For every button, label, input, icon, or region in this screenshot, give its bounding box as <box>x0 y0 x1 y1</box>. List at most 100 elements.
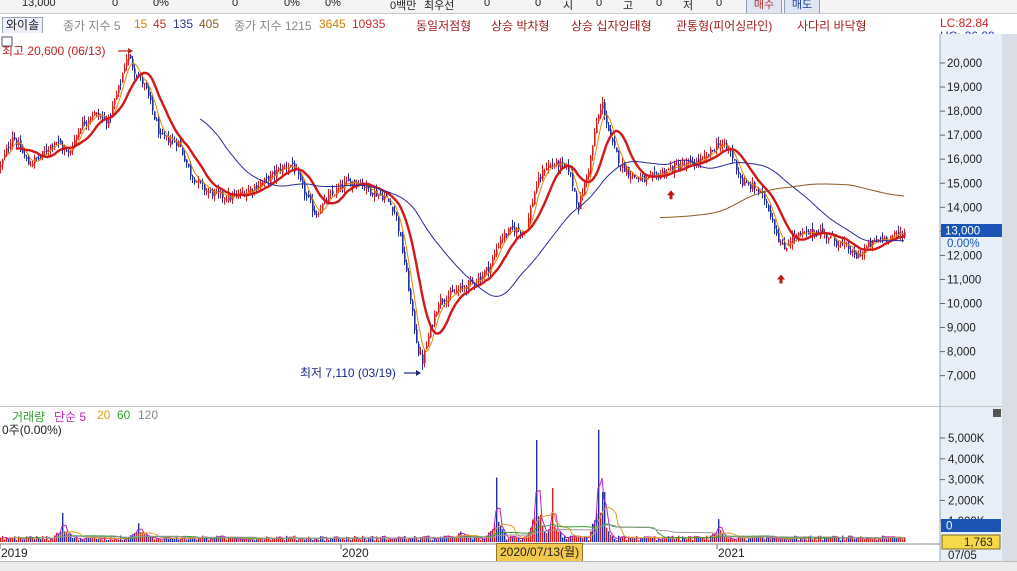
candle-body <box>598 115 600 121</box>
volume-bar <box>234 538 236 542</box>
volume-bar <box>144 534 146 542</box>
legend-item[interactable]: 45 <box>153 17 166 31</box>
buy-button[interactable]: 매수 <box>746 0 782 13</box>
volume-bar <box>284 540 286 542</box>
volume-bar <box>92 538 94 542</box>
candle-body <box>652 173 654 176</box>
volume-bar <box>362 535 364 542</box>
candle-body <box>208 191 210 193</box>
candle-body <box>868 242 870 248</box>
candle-body <box>718 143 720 146</box>
candle-body <box>112 106 114 115</box>
legend-item[interactable]: 135 <box>173 17 193 31</box>
volume-bar <box>602 492 604 542</box>
legend-item[interactable]: 10935 <box>352 17 385 31</box>
candle-body <box>584 182 586 195</box>
candle-body <box>14 137 16 140</box>
volume-bar <box>386 539 388 542</box>
candle-body <box>442 299 444 302</box>
stock-name-button[interactable]: 와이솔 <box>2 17 44 33</box>
legend-item[interactable]: 상승 박차형 <box>491 17 550 33</box>
candle-body <box>66 150 68 152</box>
candle-body <box>502 238 504 240</box>
legend-item[interactable]: 3645 <box>319 17 346 31</box>
volume-bar <box>118 539 120 542</box>
volume-bar <box>270 539 272 542</box>
legend-item[interactable]: 상승 십자잉태형 <box>571 17 652 33</box>
candle-body <box>222 191 224 198</box>
topbar-cell: 0% <box>325 0 341 9</box>
volume-bar <box>430 539 432 542</box>
volume-tick-label: 2,000K <box>948 495 985 507</box>
volume-bar <box>852 537 854 542</box>
topbar-cell: 0 <box>596 0 603 9</box>
volume-bar <box>828 538 830 542</box>
candle-body <box>656 173 658 175</box>
candle-body <box>570 172 572 174</box>
candle-body <box>254 186 256 191</box>
candle-body <box>58 140 60 142</box>
volume-bar <box>554 526 556 542</box>
candle-body <box>300 173 302 181</box>
x-axis-labels: 2019 2020 2021 <box>0 544 745 560</box>
candle-body <box>6 148 8 156</box>
candle-body <box>124 68 126 73</box>
volume-bar <box>788 540 790 542</box>
volume-bar <box>724 536 726 542</box>
price-chart[interactable]: 20,000 19,000 18,000 17,000 16,000 15,000 14,0… <box>0 34 1017 406</box>
legend-item[interactable]: 종가 지수 5 <box>63 17 121 33</box>
candle-body <box>140 76 142 78</box>
candle-body <box>596 122 598 134</box>
volume-bar <box>4 539 6 542</box>
volume-close-icon[interactable] <box>993 409 1001 417</box>
volume-bar <box>778 539 780 542</box>
candle-body <box>134 68 136 74</box>
candle-body <box>452 289 454 292</box>
price-tick-label: 20,000 <box>947 58 982 70</box>
volume-bar <box>306 539 308 542</box>
volume-bar <box>44 539 46 542</box>
volume-bar <box>660 539 662 542</box>
candle-body <box>298 171 300 175</box>
chart-menu-icon[interactable] <box>1 36 13 47</box>
volume-bar <box>632 537 634 542</box>
volume-bar <box>708 539 710 542</box>
volume-bar <box>756 537 758 542</box>
candle-body <box>2 159 4 165</box>
volume-bar <box>812 539 814 542</box>
candle-body <box>186 159 188 164</box>
volume-bar <box>242 539 244 542</box>
volume-scrollbar[interactable] <box>1002 406 1017 561</box>
candle-body <box>574 188 576 192</box>
volume-bar <box>246 540 248 542</box>
sell-button[interactable]: 매도 <box>784 0 820 13</box>
candle-body <box>500 239 502 246</box>
candle-body <box>488 266 490 272</box>
candle-body <box>284 166 286 168</box>
candle-body <box>194 179 196 183</box>
candle-body <box>414 311 416 331</box>
candle-body <box>866 247 868 249</box>
topbar-cell: 0 <box>656 0 663 9</box>
candle-body <box>32 163 34 166</box>
candle-body <box>880 237 882 239</box>
volume-bar <box>610 534 612 542</box>
volume-bar <box>418 539 420 542</box>
legend-item[interactable]: 동일저점형 <box>416 17 471 33</box>
volume-bar <box>350 539 352 542</box>
candle-body <box>182 147 184 155</box>
candle-body <box>410 289 412 301</box>
candle-body <box>618 150 620 164</box>
volume-bar <box>216 535 218 542</box>
price-tick-label: 15,000 <box>947 178 982 190</box>
legend-item[interactable]: 관통형(피어싱라인) <box>676 17 772 33</box>
volume-chart[interactable]: 5,000K4,000K3,000K2,000K1,000K 0 1,763 0… <box>0 406 1017 561</box>
candle-body <box>38 158 40 160</box>
legend-item[interactable]: 405 <box>199 17 219 31</box>
right-scrollbar[interactable] <box>1002 34 1017 406</box>
volume-bar <box>282 538 284 542</box>
legend-item[interactable]: 종가 지수 1215 <box>234 17 312 33</box>
legend-item[interactable]: 15 <box>134 17 147 31</box>
candle-body <box>704 156 706 159</box>
legend-item[interactable]: 사다리 바닥형 <box>797 17 867 33</box>
